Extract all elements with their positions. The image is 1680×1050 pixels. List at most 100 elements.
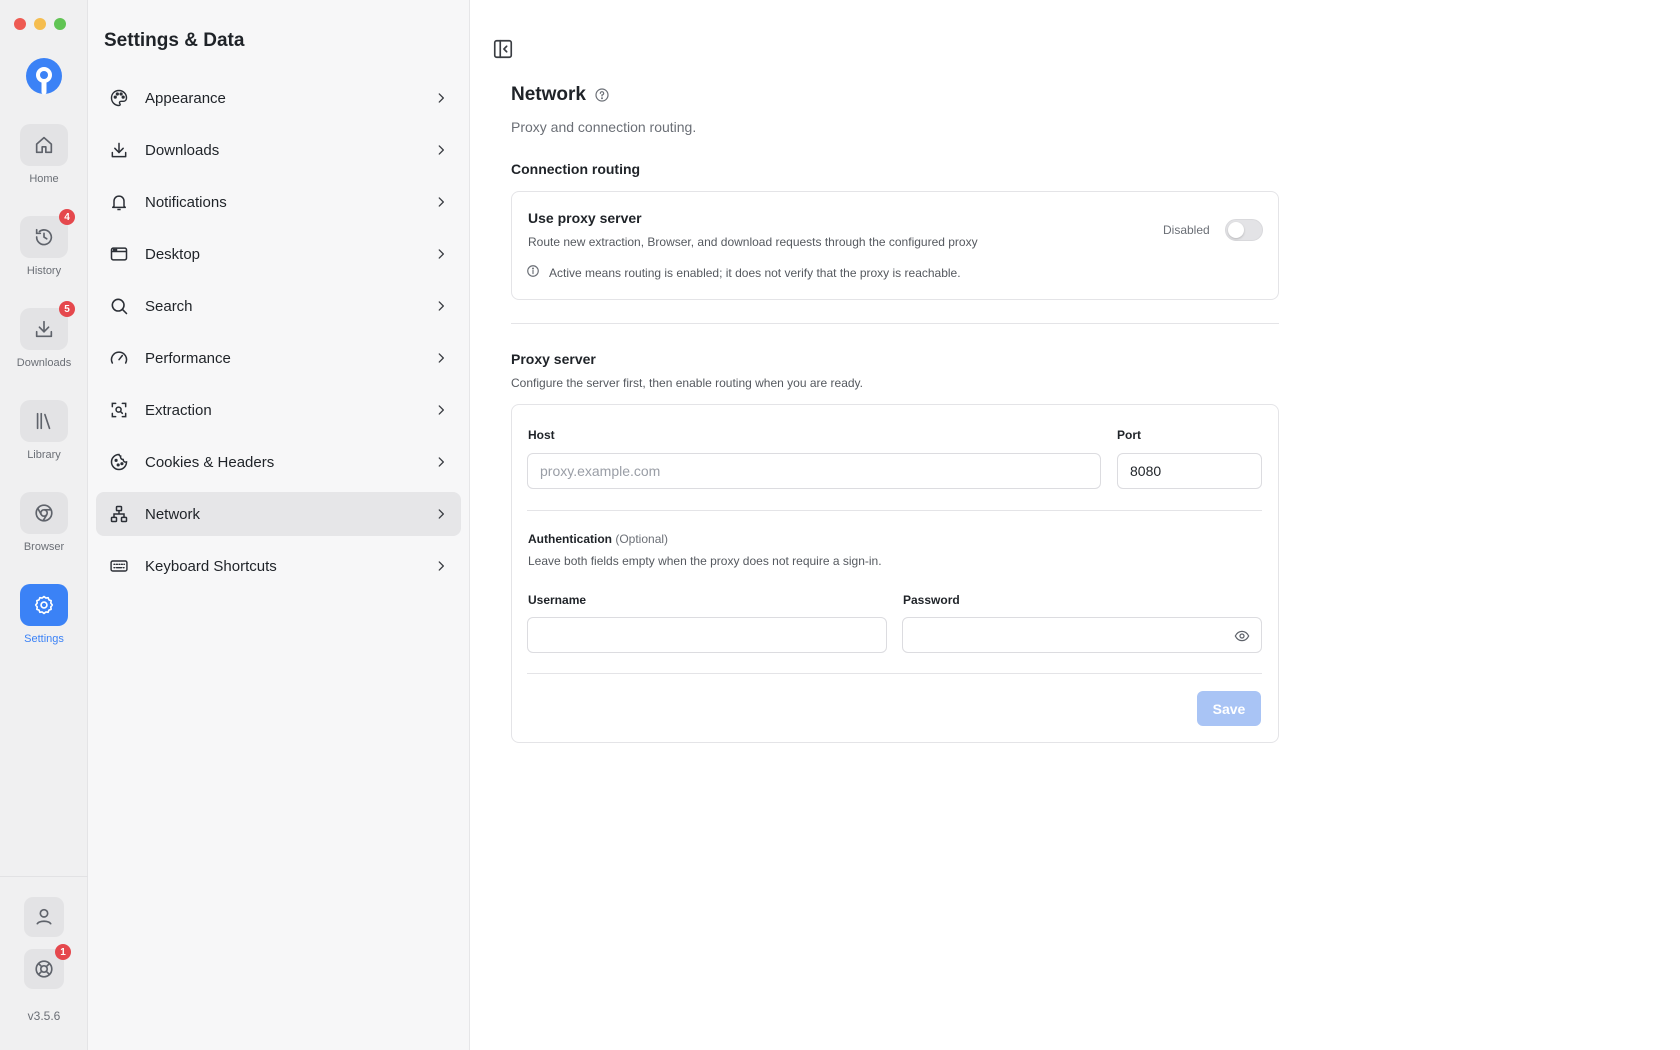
gear-icon [34,595,54,615]
settings-item-label: Network [145,505,201,523]
connection-routing-title: Connection routing [511,161,641,177]
window-icon [108,243,130,265]
rail-item-home[interactable]: Home [0,124,88,185]
chevron-right-icon [433,350,449,366]
settings-item-label: Search [145,297,193,315]
collapse-sidebar-button[interactable] [492,38,514,60]
chevron-right-icon [433,90,449,106]
rail-item-library[interactable]: Library [0,400,88,461]
bell-icon [108,191,130,213]
user-icon [36,908,52,925]
browser-button[interactable] [20,492,68,534]
app-rail: Home 4 History 5 Downloads Library Brows… [0,0,88,1050]
rail-label-settings: Settings [24,633,64,645]
chevron-right-icon [433,298,449,314]
keyboard-icon [108,555,130,577]
chevron-right-icon [433,194,449,210]
downloads-button[interactable]: 5 [20,301,75,350]
palette-icon [108,87,130,109]
settings-item-performance[interactable]: Performance [96,336,461,380]
host-input[interactable] [527,453,1101,489]
settings-item-keyboard-shortcuts[interactable]: Keyboard Shortcuts [96,544,461,588]
history-badge: 4 [59,209,75,225]
library-icon [36,412,51,430]
rail-label-library: Library [27,449,61,461]
rail-label-downloads: Downloads [16,357,72,369]
settings-item-desktop[interactable]: Desktop [96,232,461,276]
window-controls [14,18,66,30]
settings-item-notifications[interactable]: Notifications [96,180,461,224]
rail-item-browser[interactable]: Browser [0,492,88,553]
rail-item-settings[interactable]: Settings [0,584,88,645]
profile-button[interactable] [24,897,64,937]
proxy-server-subtitle: Configure the server first, then enable … [511,376,863,390]
rail-divider [0,876,88,877]
network-icon [108,503,130,525]
help-icon[interactable] [593,86,611,104]
support-badge: 1 [55,944,71,960]
chevron-right-icon [433,402,449,418]
card-divider [527,510,1262,511]
toggle-knob [1228,222,1244,238]
settings-item-extraction[interactable]: Extraction [96,388,461,432]
settings-item-search[interactable]: Search [96,284,461,328]
use-proxy-heading: Use proxy server [528,210,642,226]
authentication-subtitle: Leave both fields empty when the proxy d… [528,554,882,568]
rail-label-history: History [26,265,62,277]
settings-button[interactable] [20,584,68,626]
authentication-optional: (Optional) [615,532,669,546]
app-logo [26,58,62,95]
show-password-button[interactable] [1233,627,1251,645]
settings-item-label: Desktop [145,245,201,263]
home-icon [35,136,53,154]
rail-item-history[interactable]: 4 History [0,209,88,277]
proxy-server-title: Proxy server [511,351,596,367]
chevron-right-icon [433,558,449,574]
settings-item-label: Notifications [145,193,227,211]
scan-icon [108,399,130,421]
port-input[interactable] [1117,453,1262,489]
settings-panel-title: Settings & Data [104,30,245,51]
history-button[interactable]: 4 [20,209,75,258]
use-proxy-toggle[interactable] [1225,219,1263,241]
downloads-badge: 5 [59,301,75,317]
download-icon [35,320,53,338]
library-button[interactable] [20,400,68,442]
settings-item-label: Keyboard Shortcuts [145,557,277,575]
home-button[interactable] [20,124,68,166]
rail-item-downloads[interactable]: 5 Downloads [0,301,88,369]
chevron-right-icon [433,454,449,470]
zoom-window-button[interactable] [54,18,66,30]
password-label: Password [903,593,960,607]
save-button[interactable]: Save [1197,691,1261,726]
history-icon [35,228,53,246]
password-input[interactable] [902,617,1262,653]
username-label: Username [528,593,587,607]
routing-status: Disabled [1163,223,1210,237]
app-version: v3.5.6 [27,1009,61,1023]
settings-item-downloads[interactable]: Downloads [96,128,461,172]
settings-item-cookies-headers[interactable]: Cookies & Headers [96,440,461,484]
close-window-button[interactable] [14,18,26,30]
eye-icon [1234,630,1250,642]
settings-panel: Settings & Data Appearance Downloads Not… [88,0,470,1050]
download-icon [108,139,130,161]
info-icon [526,264,540,278]
sidebar-collapse-icon [493,39,513,59]
username-input[interactable] [527,617,887,653]
cookie-icon [108,451,130,473]
chevron-right-icon [433,246,449,262]
card-divider [527,673,1262,674]
section-divider [511,323,1279,324]
settings-item-label: Performance [145,349,231,367]
settings-item-label: Extraction [145,401,212,419]
use-proxy-description: Route new extraction, Browser, and downl… [528,235,978,249]
minimize-window-button[interactable] [34,18,46,30]
settings-item-appearance[interactable]: Appearance [96,76,461,120]
page-subtitle: Proxy and connection routing. [511,119,697,135]
chrome-icon [35,504,53,522]
host-label: Host [528,428,555,442]
support-button[interactable]: 1 [24,944,71,989]
settings-item-network[interactable]: Network [96,492,461,536]
search-icon [108,295,130,317]
